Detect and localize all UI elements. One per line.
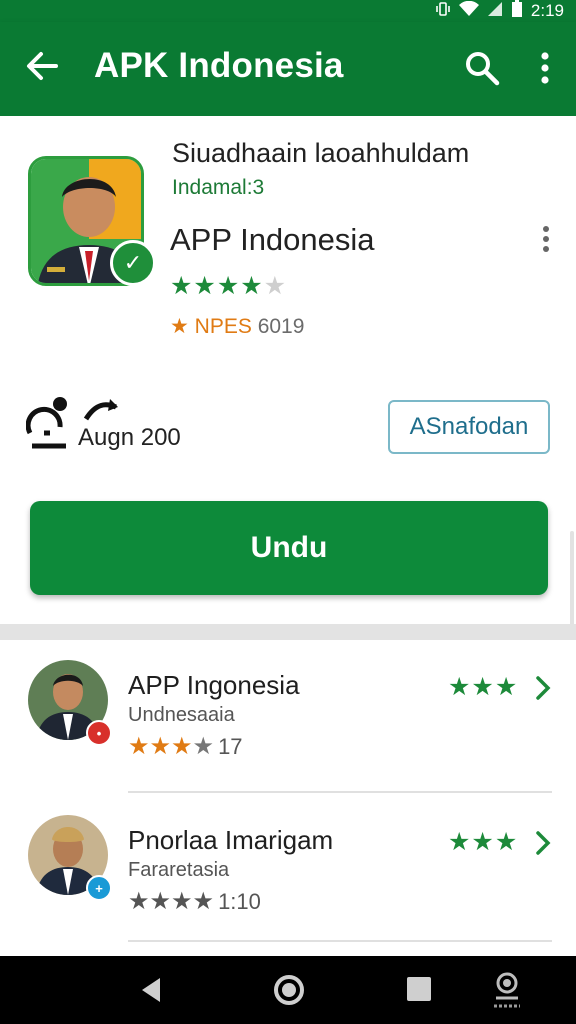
list-item[interactable]: • APP Ingonesia Undnesaaia ★★★★ 17 ★★★ [0, 640, 576, 790]
more-vert-icon[interactable] [532, 48, 558, 88]
app-rating-stars: ★★★★★ [170, 272, 288, 300]
back-arrow-icon[interactable] [22, 46, 62, 86]
app-detail-card: ✓ Siuadhaain laoahhuldam Indamal:3 APP I… [0, 116, 576, 661]
nav-recents-icon[interactable] [406, 976, 432, 1002]
stat-text: Augn 200 [78, 424, 181, 451]
rating-number: 6019 [257, 315, 305, 338]
app-name: APP Indonesia [170, 222, 375, 257]
list-item[interactable]: + Pnorlaa Imarigam Fararetasia ★★★★ 1:10 … [0, 795, 576, 945]
signal-icon [487, 1, 503, 22]
nav-back-icon[interactable] [136, 974, 166, 1006]
list-item-name: Pnorlaa Imarigam [128, 825, 334, 855]
list-item-right-stars: ★★★ [448, 673, 519, 701]
rating-star-icon: ★ [170, 315, 189, 338]
row-divider [128, 791, 552, 793]
list-item-rating: ★★★★ 1:10 [128, 888, 261, 915]
status-icons: 2:19 [435, 0, 564, 22]
app-bar: APK Indonesia [0, 22, 576, 116]
list-item-rating: ★★★★ 17 [128, 733, 243, 760]
chevron-right-icon[interactable] [534, 829, 552, 857]
rating-meta: ★ NPES 6019 [170, 314, 304, 339]
rating-count: 1:10 [218, 889, 261, 914]
status-time: 2:19 [530, 1, 564, 20]
status-bar: 2:19 [0, 0, 576, 22]
wifi-icon [458, 0, 479, 22]
vibrate-icon [435, 1, 451, 22]
app-more-icon[interactable] [536, 224, 556, 254]
list-item-name: APP Ingonesia [128, 670, 300, 700]
assistant-icon[interactable] [490, 970, 524, 1010]
search-icon[interactable] [464, 50, 500, 86]
list-item-sub: Fararetasia [128, 859, 230, 881]
page-title: APK Indonesia [94, 46, 344, 85]
status-badge: + [86, 875, 112, 901]
nav-home-icon[interactable] [272, 973, 306, 1007]
rating-count: 17 [218, 734, 243, 759]
verified-badge-icon: ✓ [110, 240, 156, 286]
chevron-right-icon[interactable] [534, 674, 552, 702]
app-headline: Siuadhaain laoahhuldam [172, 138, 470, 168]
download-button[interactable]: Undu [30, 501, 548, 595]
secondary-button[interactable]: ASnafodan [388, 400, 550, 454]
list-item-sub: Undnesaaia [128, 704, 235, 726]
row-divider [128, 940, 552, 942]
list-item-right-stars: ★★★ [448, 828, 519, 856]
system-nav-bar [0, 956, 576, 1024]
related-apps-list: • APP Ingonesia Undnesaaia ★★★★ 17 ★★★ + … [0, 640, 576, 956]
rating-label: NPES [194, 315, 252, 338]
section-divider [0, 624, 576, 640]
battery-icon [511, 0, 523, 23]
status-badge: • [86, 720, 112, 746]
app-subline: Indamal:3 [172, 176, 265, 199]
